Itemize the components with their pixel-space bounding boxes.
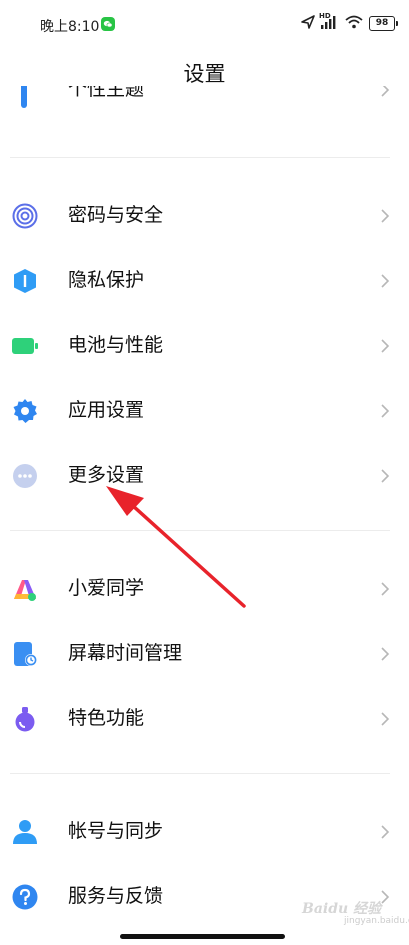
page-title: 设置 bbox=[183, 62, 226, 86]
more-dots-icon bbox=[13, 464, 37, 488]
settings-item-label: 应用设置 bbox=[68, 399, 145, 421]
settings-item-label: 个性主题 bbox=[68, 86, 145, 100]
chevron-right-icon bbox=[381, 712, 390, 726]
chevron-right-icon bbox=[381, 404, 390, 418]
chevron-right-icon bbox=[381, 86, 390, 97]
section-divider bbox=[10, 157, 390, 158]
status-bar: 晚上8:10 HD 98 bbox=[0, 0, 409, 48]
fingerprint-icon bbox=[12, 203, 38, 229]
settings-item-app-settings[interactable]: 应用设置 bbox=[0, 378, 409, 443]
theme-icon bbox=[21, 86, 27, 108]
chevron-right-icon bbox=[381, 582, 390, 596]
chevron-right-icon bbox=[381, 647, 390, 661]
battery-indicator: 98 bbox=[369, 16, 398, 31]
signal-icon bbox=[321, 16, 336, 29]
screen-time-icon bbox=[14, 642, 37, 666]
settings-item-label: 小爱同学 bbox=[68, 577, 145, 599]
chevron-right-icon bbox=[381, 825, 390, 839]
wechat-notification-icon bbox=[101, 17, 115, 31]
settings-item-screen-time[interactable]: 屏幕时间管理 bbox=[0, 621, 409, 686]
section-divider bbox=[10, 773, 390, 774]
chevron-right-icon bbox=[381, 209, 390, 223]
settings-item-special-features[interactable]: 特色功能 bbox=[0, 686, 409, 751]
settings-item-theme[interactable]: 个性主题 bbox=[0, 86, 409, 118]
settings-item-battery[interactable]: 电池与性能 bbox=[0, 313, 409, 378]
settings-item-label: 服务与反馈 bbox=[68, 885, 164, 907]
settings-item-password-security[interactable]: 密码与安全 bbox=[0, 183, 409, 248]
settings-item-label: 屏幕时间管理 bbox=[68, 642, 183, 664]
chevron-right-icon bbox=[381, 274, 390, 288]
privacy-shield-icon bbox=[14, 269, 36, 293]
settings-item-label: 帐号与同步 bbox=[68, 820, 164, 842]
status-indicators: HD 98 bbox=[301, 12, 398, 34]
xiaoai-icon bbox=[14, 580, 36, 601]
help-icon bbox=[12, 884, 38, 910]
settings-item-xiaoai[interactable]: 小爱同学 bbox=[0, 556, 409, 621]
chevron-right-icon bbox=[381, 339, 390, 353]
settings-item-label: 隐私保护 bbox=[68, 269, 145, 291]
watermark-subtext: jingyan.baidu.com bbox=[344, 916, 409, 926]
battery-icon bbox=[12, 338, 38, 354]
settings-item-label: 电池与性能 bbox=[68, 334, 164, 356]
home-indicator[interactable] bbox=[120, 934, 285, 939]
settings-item-privacy[interactable]: 隐私保护 bbox=[0, 248, 409, 313]
feature-flask-icon bbox=[15, 707, 35, 732]
gear-icon bbox=[13, 399, 37, 423]
status-time: 晚上8:10 bbox=[40, 19, 100, 35]
watermark-text: Baidu 经验 bbox=[302, 901, 382, 917]
chevron-right-icon bbox=[381, 469, 390, 483]
wifi-icon bbox=[345, 15, 363, 29]
location-icon bbox=[301, 15, 315, 29]
section-divider bbox=[10, 530, 390, 531]
settings-item-more-settings[interactable]: 更多设置 bbox=[0, 443, 409, 508]
settings-item-label: 特色功能 bbox=[68, 707, 145, 729]
settings-item-label: 更多设置 bbox=[68, 464, 145, 486]
settings-item-account-sync[interactable]: 帐号与同步 bbox=[0, 799, 409, 864]
baidu-watermark: Baidu 经验 jingyan.baidu.com bbox=[284, 896, 409, 934]
settings-item-label: 密码与安全 bbox=[68, 204, 164, 226]
account-icon bbox=[13, 820, 37, 844]
